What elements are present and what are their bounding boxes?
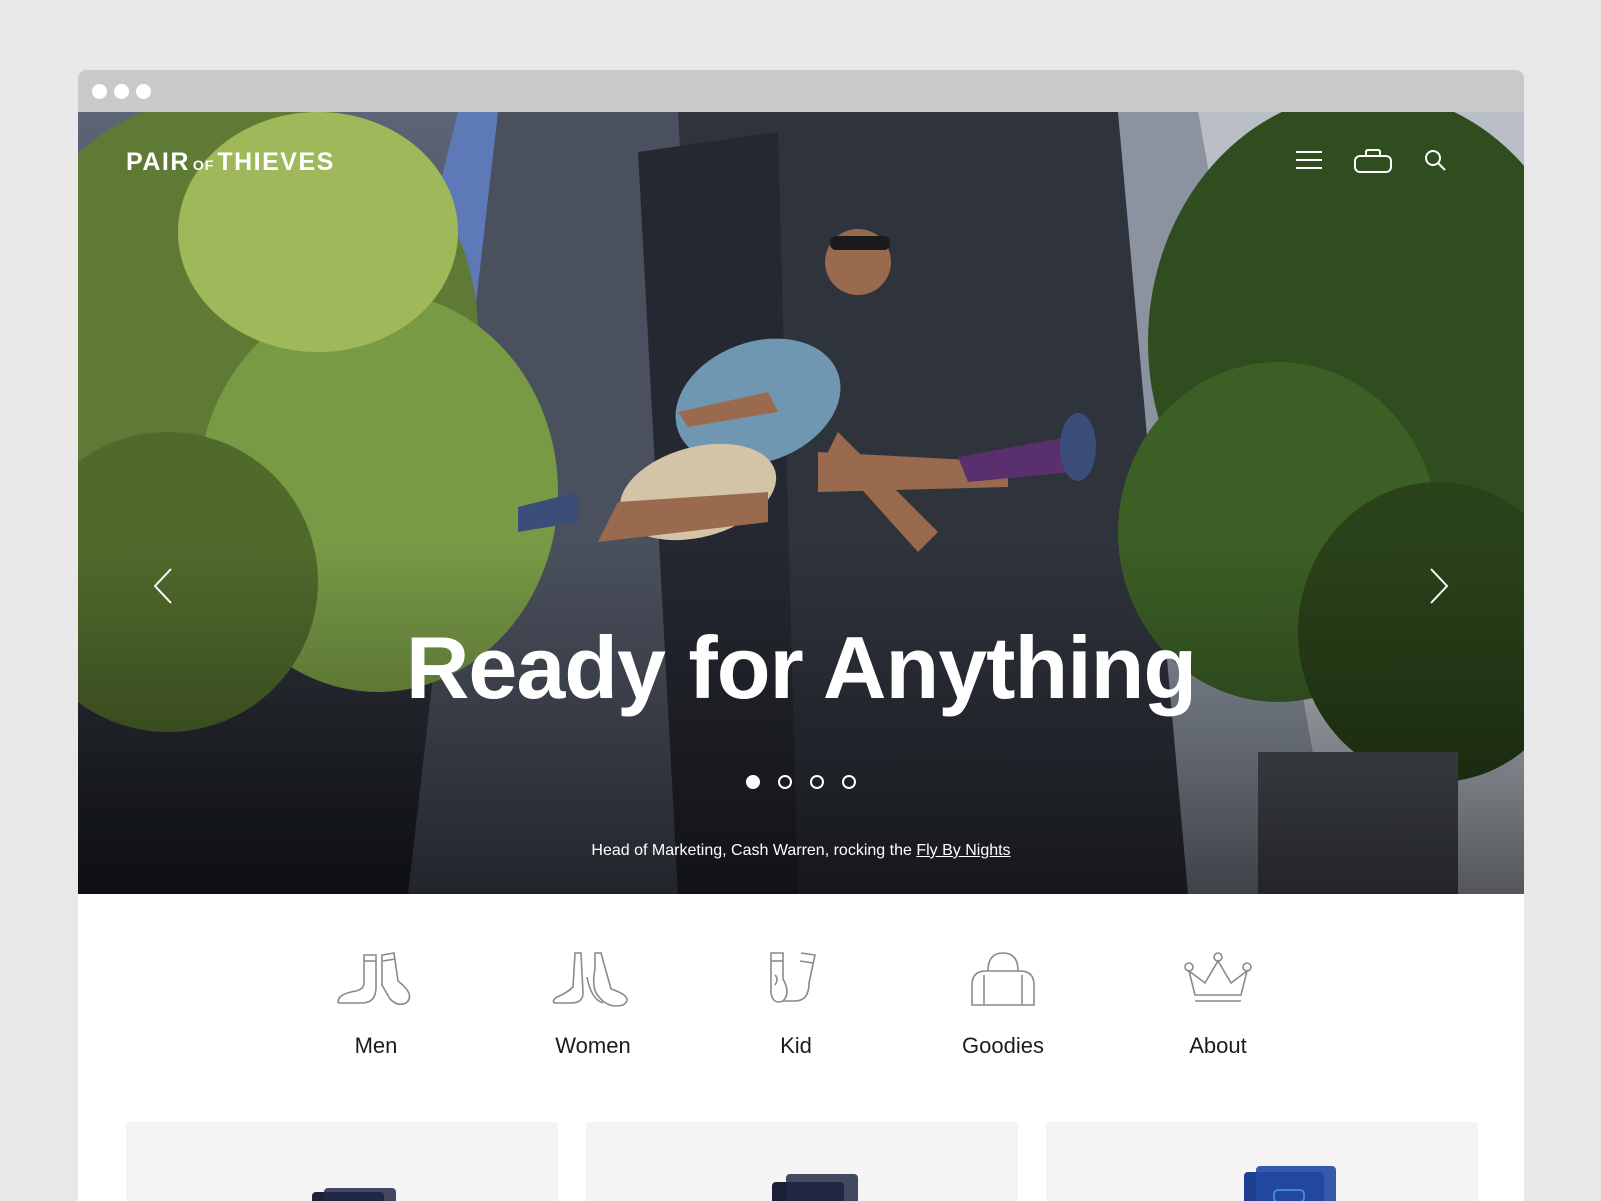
carousel-dot-4[interactable]	[842, 775, 856, 789]
logo-word-pair: PAIR	[126, 148, 190, 176]
category-women-label: Women	[555, 1033, 631, 1058]
carousel-prev-arrow-icon[interactable]	[152, 567, 174, 605]
menu-icon[interactable]	[1294, 148, 1324, 172]
women-socks-icon	[552, 952, 628, 1007]
hero-headline: Ready for Anything	[405, 618, 1197, 717]
men-socks-icon	[337, 952, 411, 1006]
logo-word-thieves: THIEVES	[217, 148, 335, 176]
window-minimize-dot[interactable]	[114, 84, 129, 99]
carousel-dot-1[interactable]	[746, 775, 760, 789]
product-image-2	[772, 1174, 858, 1201]
carousel-dot-2[interactable]	[778, 775, 792, 789]
category-women[interactable]: Women	[513, 949, 673, 1059]
crown-icon	[1184, 952, 1252, 1002]
category-nav: Men Women Kid Goodies About	[78, 894, 1524, 1094]
product-card-3[interactable]	[1046, 1122, 1478, 1201]
search-icon[interactable]	[1423, 148, 1447, 172]
product-grid	[126, 1122, 1478, 1201]
category-goodies-label: Goodies	[962, 1033, 1044, 1058]
browser-window: PAIR OF THIEVES Ready for Anything Head …	[78, 70, 1524, 1201]
hero-banner: PAIR OF THIEVES Ready for Anything Head …	[78, 112, 1524, 894]
carousel-next-arrow-icon[interactable]	[1428, 567, 1450, 605]
product-image-3	[1244, 1166, 1336, 1201]
duffel-bag-icon	[971, 952, 1035, 1006]
carousel-pagination	[78, 775, 1524, 789]
product-image-1	[312, 1188, 396, 1201]
carousel-dot-3[interactable]	[810, 775, 824, 789]
category-about[interactable]: About	[1138, 949, 1298, 1059]
category-men-label: Men	[354, 1033, 398, 1058]
browser-titlebar	[78, 70, 1524, 112]
category-goodies[interactable]: Goodies	[923, 949, 1083, 1059]
bag-icon[interactable]	[1353, 148, 1393, 174]
product-card-2[interactable]	[586, 1122, 1018, 1201]
window-close-dot[interactable]	[92, 84, 107, 99]
fly-by-nights-link[interactable]: Fly By Nights	[916, 842, 1010, 859]
category-men[interactable]: Men	[296, 949, 456, 1059]
kid-socks-icon	[770, 952, 816, 1003]
window-maximize-dot[interactable]	[136, 84, 151, 99]
category-kid-label: Kid	[780, 1033, 812, 1058]
category-about-label: About	[1189, 1033, 1247, 1058]
category-kid[interactable]: Kid	[716, 949, 876, 1059]
brand-logo[interactable]: PAIR OF THIEVES	[126, 148, 335, 177]
hero-caption-text: Head of Marketing, Cash Warren, rocking …	[591, 842, 917, 859]
hero-caption: Head of Marketing, Cash Warren, rocking …	[78, 842, 1524, 860]
product-card-1[interactable]	[126, 1122, 558, 1201]
logo-word-of: OF	[192, 157, 215, 173]
